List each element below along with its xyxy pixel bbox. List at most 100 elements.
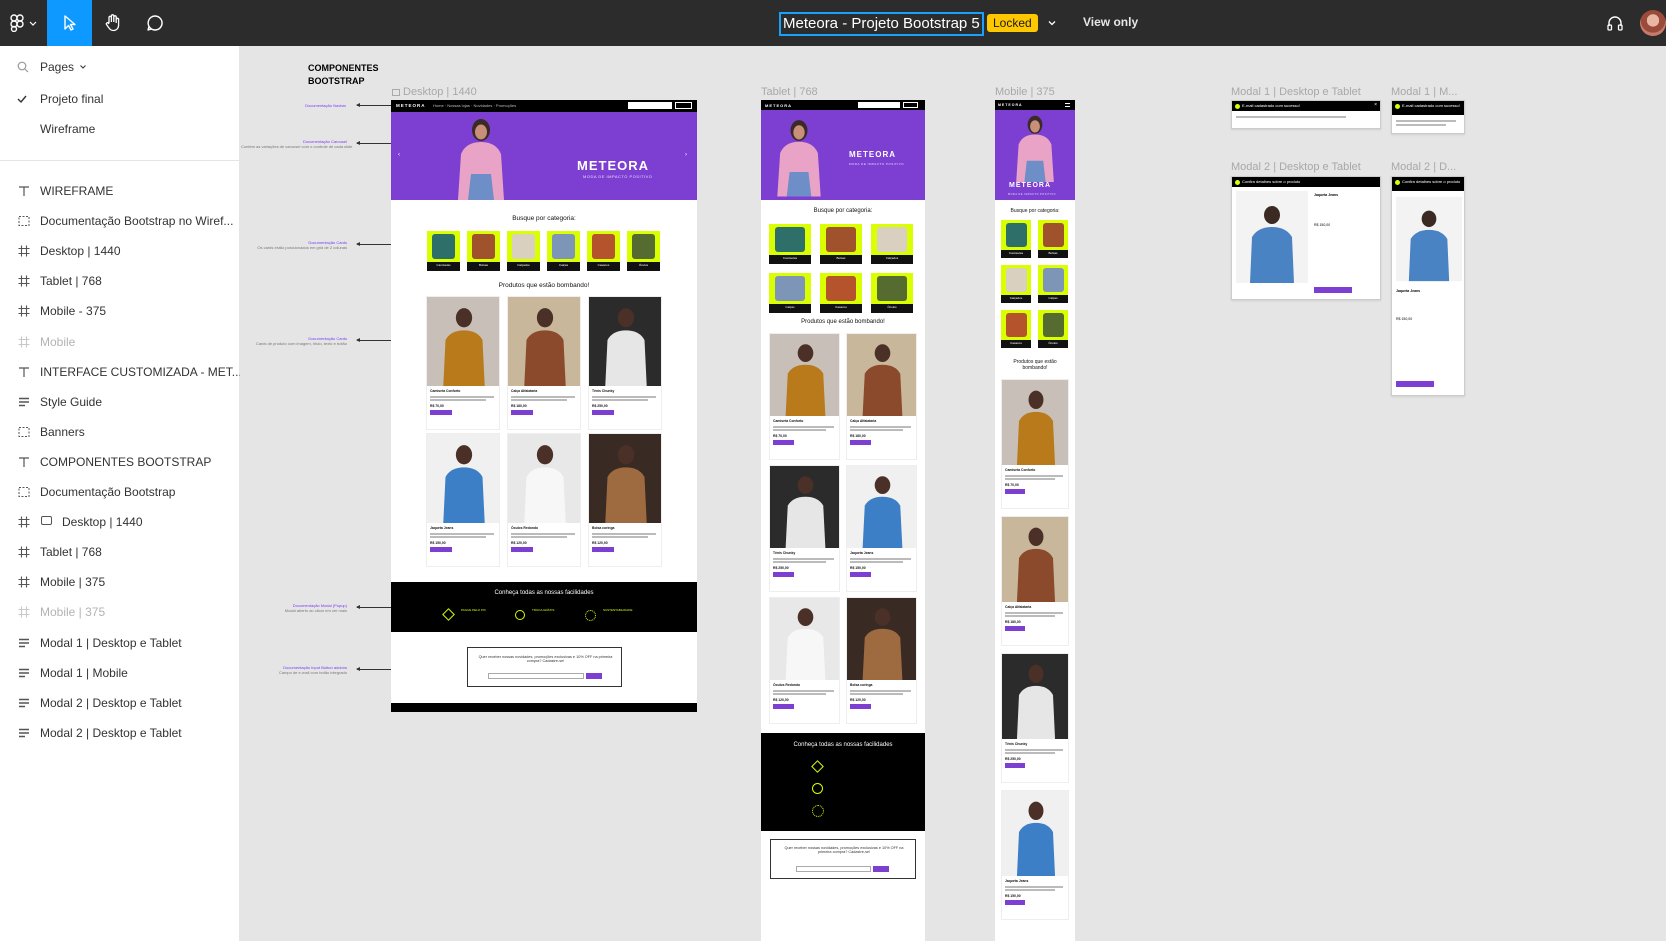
product-card[interactable]: Camiseta Conforto R$ 70,00 xyxy=(426,296,500,430)
carousel-prev-icon[interactable]: ‹ xyxy=(398,152,400,158)
category-tile[interactable]: Camisetas xyxy=(427,231,460,271)
file-menu-dropdown[interactable] xyxy=(1040,0,1064,46)
modal2-mobile[interactable]: Confira detalhes sobre o produto Jaqueta… xyxy=(1391,176,1465,396)
carousel-next-icon[interactable]: › xyxy=(685,152,687,158)
modal-add-button[interactable] xyxy=(1314,287,1352,293)
product-card[interactable]: Jaqueta Jeans R$ 150,00 xyxy=(846,465,917,592)
modal2-desktop[interactable]: Confira detalhes sobre o produto Jaqueta… xyxy=(1231,176,1381,300)
layer-item[interactable]: Mobile | 375 xyxy=(0,597,240,627)
layer-item[interactable]: Style Guide xyxy=(0,387,240,417)
mobile-frame[interactable]: METEORA METEORA MODA DE IMPACTO POSITIVO… xyxy=(995,100,1075,941)
close-icon[interactable]: × xyxy=(1374,102,1377,108)
newsletter-email-input[interactable] xyxy=(796,866,871,872)
product-card[interactable]: Calça Alfaiataria R$ 180,00 xyxy=(507,296,581,430)
product-card[interactable]: Óculos Redondo R$ 120,00 xyxy=(769,597,840,724)
see-more-button[interactable] xyxy=(773,704,795,709)
frame-label-modal1-dt[interactable]: Modal 1 | Desktop e Tablet xyxy=(1231,86,1361,98)
product-card[interactable]: Jaqueta Jeans R$ 150,00 xyxy=(426,433,500,567)
modal1-desktop[interactable]: E-mail cadastrado com sucesso! × xyxy=(1231,100,1381,129)
category-tile[interactable]: Calçados xyxy=(871,224,913,264)
newsletter-submit-button[interactable] xyxy=(873,866,889,872)
category-tile[interactable]: Casacos xyxy=(587,231,620,271)
product-card[interactable]: Tênis Chunky R$ 250,00 xyxy=(769,465,840,592)
see-more-button[interactable] xyxy=(1005,626,1026,631)
see-more-button[interactable] xyxy=(592,547,615,552)
layer-item[interactable]: INTERFACE CUSTOMIZADA - MET... xyxy=(0,357,240,387)
user-avatar[interactable] xyxy=(1640,10,1666,36)
frame-label-modal1-m[interactable]: Modal 1 | M... xyxy=(1391,86,1457,98)
category-tile[interactable]: Camisetas xyxy=(1001,220,1031,258)
layer-item[interactable]: Tablet | 768 xyxy=(0,266,240,296)
see-more-button[interactable] xyxy=(592,410,615,415)
tablet-frame[interactable]: METEORA METEORA MODA DE IMPACTO POSITIVO… xyxy=(761,100,925,941)
modal-add-button[interactable] xyxy=(1396,381,1434,387)
product-card[interactable]: Óculos Redondo R$ 120,00 xyxy=(507,433,581,567)
layer-item[interactable]: Mobile xyxy=(0,327,240,357)
layer-item[interactable]: Mobile - 375 xyxy=(0,296,240,326)
category-tile[interactable]: Bolsas xyxy=(467,231,500,271)
comment-tool-button[interactable] xyxy=(134,0,176,46)
layer-item[interactable]: Modal 2 | Desktop e Tablet xyxy=(0,718,240,748)
pages-header[interactable]: Pages xyxy=(0,52,240,82)
product-card[interactable]: Calça Alfaiataria R$ 180,00 xyxy=(846,333,917,460)
product-card[interactable]: Bolsa coringa R$ 120,00 xyxy=(588,433,662,567)
page-item-projeto-final[interactable]: Projeto final xyxy=(0,84,240,114)
layer-item[interactable]: COMPONENTES BOOTSTRAP xyxy=(0,447,240,477)
frame-label-desktop[interactable]: Desktop | 1440 xyxy=(392,86,477,98)
see-more-button[interactable] xyxy=(430,547,453,552)
product-card[interactable]: Jaqueta Jeans R$ 150,00 xyxy=(1001,790,1069,920)
layer-item[interactable]: Tablet | 768 xyxy=(0,537,240,567)
category-tile[interactable]: Casacos xyxy=(820,273,862,313)
see-more-button[interactable] xyxy=(773,440,795,445)
modal1-mobile[interactable]: E-mail cadastrado com sucesso! xyxy=(1391,100,1465,134)
design-canvas[interactable]: COMPONENTES BOOTSTRAP Documentação Navba… xyxy=(241,46,1666,941)
newsletter-email-input[interactable] xyxy=(488,673,584,679)
layer-item[interactable]: Desktop | 1440 xyxy=(0,507,240,537)
layer-item[interactable]: WIREFRAME xyxy=(0,176,240,206)
layer-item[interactable]: Banners xyxy=(0,417,240,447)
category-tile[interactable]: Bolsas xyxy=(1038,220,1068,258)
product-card[interactable]: Tênis Chunky R$ 250,00 xyxy=(1001,653,1069,783)
see-more-button[interactable] xyxy=(1005,900,1026,905)
frame-label-mobile[interactable]: Mobile | 375 xyxy=(995,86,1055,98)
audio-button[interactable] xyxy=(1600,0,1630,46)
hand-tool-button[interactable] xyxy=(92,0,134,46)
category-tile[interactable]: Bolsas xyxy=(820,224,862,264)
product-card[interactable]: Tênis Chunky R$ 250,00 xyxy=(588,296,662,430)
category-tile[interactable]: Casacos xyxy=(1001,310,1031,348)
see-more-button[interactable] xyxy=(850,572,872,577)
layer-item[interactable]: Modal 1 | Mobile xyxy=(0,658,240,688)
file-title[interactable]: Meteora - Projeto Bootstrap 5 xyxy=(779,12,984,36)
page-item-wireframe[interactable]: Wireframe xyxy=(0,114,240,144)
see-more-button[interactable] xyxy=(850,440,872,445)
layer-item[interactable]: Modal 1 | Desktop e Tablet xyxy=(0,628,240,658)
category-tile[interactable]: Calças xyxy=(547,231,580,271)
layer-item[interactable]: Documentação Bootstrap no Wiref... xyxy=(0,206,240,236)
category-tile[interactable]: Calçados xyxy=(507,231,540,271)
category-tile[interactable]: Óculos xyxy=(1038,310,1068,348)
layer-item[interactable]: Mobile | 375 xyxy=(0,567,240,597)
hamburger-icon[interactable] xyxy=(1065,103,1070,107)
frame-label-modal2-dt[interactable]: Modal 2 | Desktop e Tablet xyxy=(1231,161,1361,173)
see-more-button[interactable] xyxy=(773,572,795,577)
main-menu-button[interactable] xyxy=(0,0,46,46)
layer-item[interactable]: Documentação Bootstrap xyxy=(0,477,240,507)
see-more-button[interactable] xyxy=(511,547,534,552)
product-card[interactable]: Bolsa coringa R$ 120,00 xyxy=(846,597,917,724)
frame-label-modal2-m[interactable]: Modal 2 | D... xyxy=(1391,161,1456,173)
product-card[interactable]: Calça Alfaiataria R$ 180,00 xyxy=(1001,516,1069,646)
see-more-button[interactable] xyxy=(511,410,534,415)
category-tile[interactable]: Óculos xyxy=(871,273,913,313)
desktop-frame[interactable]: METEORA Home · Nossas lojas · Novidades … xyxy=(391,100,697,712)
move-tool-button[interactable] xyxy=(47,0,92,46)
see-more-button[interactable] xyxy=(1005,763,1026,768)
category-tile[interactable]: Camisetas xyxy=(769,224,811,264)
frame-label-tablet[interactable]: Tablet | 768 xyxy=(761,86,818,98)
product-card[interactable]: Camiseta Conforto R$ 70,00 xyxy=(769,333,840,460)
see-more-button[interactable] xyxy=(850,704,872,709)
layer-item[interactable]: Desktop | 1440 xyxy=(0,236,240,266)
category-tile[interactable]: Calças xyxy=(1038,265,1068,303)
category-tile[interactable]: Calçados xyxy=(1001,265,1031,303)
category-tile[interactable]: Óculos xyxy=(627,231,660,271)
category-tile[interactable]: Calças xyxy=(769,273,811,313)
